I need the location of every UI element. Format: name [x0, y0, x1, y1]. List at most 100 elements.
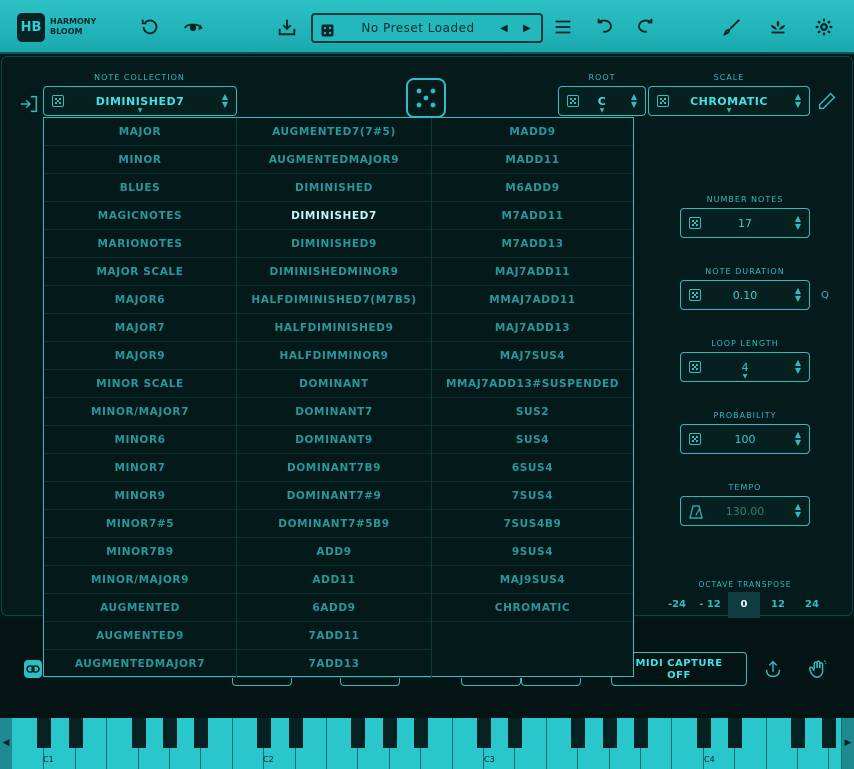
- up-down-arrows-icon[interactable]: ▲ ▼: [631, 93, 637, 109]
- dropdown-item[interactable]: ADD9: [237, 538, 431, 566]
- dropdown-item[interactable]: MINOR SCALE: [44, 370, 236, 398]
- up-down-arrows-icon[interactable]: ▲ ▼: [795, 93, 801, 109]
- dropdown-item[interactable]: 6SUS4: [432, 454, 633, 482]
- dropdown-item[interactable]: MINOR/MAJOR9: [44, 566, 236, 594]
- dropdown-item[interactable]: MARIONOTES: [44, 230, 236, 258]
- number-notes-field[interactable]: 17 ▲ ▼: [680, 208, 810, 238]
- dropdown-item[interactable]: MAJOR6: [44, 286, 236, 314]
- dropdown-item[interactable]: MAJOR SCALE: [44, 258, 236, 286]
- black-key[interactable]: [163, 718, 177, 748]
- dropdown-item[interactable]: 7SUS4B9: [432, 510, 633, 538]
- dropdown-item[interactable]: 6ADD9: [237, 594, 431, 622]
- black-key[interactable]: [571, 718, 586, 748]
- dropdown-item[interactable]: AUGMENTED7(7#5): [237, 118, 431, 146]
- dropdown-item[interactable]: 7ADD11: [237, 622, 431, 650]
- dropdown-item[interactable]: HALFDIMMINOR9: [237, 342, 431, 370]
- dropdown-item[interactable]: MAJOR7: [44, 314, 236, 342]
- note-collection-select[interactable]: DIMINISHED7 ▼ ▲ ▼: [43, 86, 237, 116]
- dropdown-item[interactable]: MINOR: [44, 146, 236, 174]
- keyboard-scroll-right-button[interactable]: ▶: [842, 718, 854, 769]
- up-down-arrows-icon[interactable]: ▲ ▼: [795, 359, 801, 375]
- dropdown-item[interactable]: MINOR6: [44, 426, 236, 454]
- black-key[interactable]: [351, 718, 366, 748]
- dropdown-item[interactable]: DIMINISHED7: [237, 202, 431, 230]
- download-icon[interactable]: [274, 14, 300, 40]
- dropdown-item[interactable]: HALFDIMINISHED7(M7B5): [237, 286, 431, 314]
- redo-icon[interactable]: [632, 14, 658, 40]
- black-key[interactable]: [68, 718, 83, 748]
- up-down-arrows-icon[interactable]: ▲ ▼: [222, 93, 228, 109]
- dropdown-item[interactable]: MMAJ7ADD13#SUSPENDED: [432, 370, 633, 398]
- octave-option-minus-12[interactable]: - 12: [694, 592, 726, 618]
- octave-option-24[interactable]: 24: [796, 592, 828, 618]
- dropdown-item[interactable]: DIMINISHED9: [237, 230, 431, 258]
- flower-logo-icon[interactable]: [765, 14, 791, 40]
- up-down-arrows-icon[interactable]: ▲ ▼: [795, 503, 801, 519]
- black-key[interactable]: [508, 718, 523, 748]
- up-down-arrows-icon[interactable]: ▲ ▼: [795, 215, 801, 231]
- dropdown-item[interactable]: HALFDIMINISHED9: [237, 314, 431, 342]
- dropdown-item[interactable]: DOMINANT7: [237, 398, 431, 426]
- preset-selector[interactable]: No Preset Loaded ◀ ▶: [311, 13, 543, 43]
- black-key[interactable]: [602, 718, 617, 748]
- octave-option-0[interactable]: 0: [728, 592, 760, 618]
- dropdown-item[interactable]: DOMINANT7#9: [237, 482, 431, 510]
- drag-hand-icon[interactable]: [805, 656, 831, 682]
- piano-keyboard[interactable]: [0, 718, 854, 769]
- probability-field[interactable]: 100 ▲ ▼: [680, 424, 810, 454]
- dropdown-item[interactable]: BLUES: [44, 174, 236, 202]
- black-key[interactable]: [37, 718, 52, 748]
- eye-redo-icon[interactable]: [180, 14, 206, 40]
- dropdown-item[interactable]: DOMINANT9: [237, 426, 431, 454]
- edit-pencil-icon[interactable]: [814, 88, 840, 114]
- dropdown-item[interactable]: AUGMENTEDMAJOR9: [237, 146, 431, 174]
- bottom-chip-1[interactable]: [232, 678, 292, 686]
- black-key[interactable]: [696, 718, 711, 748]
- export-upload-icon[interactable]: [760, 656, 786, 682]
- dropdown-item[interactable]: DOMINANT: [237, 370, 431, 398]
- bottom-chip-3[interactable]: [461, 678, 521, 686]
- black-key[interactable]: [634, 718, 648, 748]
- black-key[interactable]: [288, 718, 303, 748]
- dropdown-item[interactable]: AUGMENTEDMAJOR7: [44, 650, 236, 678]
- dropdown-item[interactable]: 9SUS4: [432, 538, 633, 566]
- preset-prev-button[interactable]: ◀: [500, 23, 508, 34]
- black-key[interactable]: [477, 718, 491, 748]
- dropdown-item[interactable]: MAGICNOTES: [44, 202, 236, 230]
- input-arrow-icon[interactable]: [16, 91, 42, 117]
- black-key[interactable]: [728, 718, 743, 748]
- dropdown-item[interactable]: DIMINISHEDMINOR9: [237, 258, 431, 286]
- dropdown-item[interactable]: 7SUS4: [432, 482, 633, 510]
- loop-length-field[interactable]: 4 ▼ ▲ ▼: [680, 352, 810, 382]
- black-key[interactable]: [822, 718, 837, 748]
- dropdown-item[interactable]: AUGMENTED9: [44, 622, 236, 650]
- undo-icon[interactable]: [592, 14, 618, 40]
- dropdown-item[interactable]: MINOR9: [44, 482, 236, 510]
- dropdown-item[interactable]: MAJ7ADD11: [432, 258, 633, 286]
- dropdown-item[interactable]: MINOR/MAJOR7: [44, 398, 236, 426]
- dropdown-item[interactable]: CHROMATIC: [432, 594, 633, 622]
- black-key[interactable]: [131, 718, 146, 748]
- dropdown-item[interactable]: MAJ9SUS4: [432, 566, 633, 594]
- randomize-dice-icon[interactable]: [406, 78, 446, 118]
- black-key[interactable]: [194, 718, 209, 748]
- dropdown-item[interactable]: ADD11: [237, 566, 431, 594]
- preset-next-button[interactable]: ▶: [523, 23, 531, 34]
- dropdown-item[interactable]: SUS2: [432, 398, 633, 426]
- reset-icon[interactable]: [137, 14, 163, 40]
- up-down-arrows-icon[interactable]: ▲ ▼: [795, 287, 801, 303]
- dropdown-item[interactable]: SUS4: [432, 426, 633, 454]
- dropdown-item[interactable]: MINOR7: [44, 454, 236, 482]
- keyboard-scroll-left-button[interactable]: ◀: [0, 718, 12, 769]
- black-key[interactable]: [791, 718, 805, 748]
- dropdown-item[interactable]: DIMINISHED: [237, 174, 431, 202]
- black-key[interactable]: [382, 718, 397, 748]
- dropdown-item[interactable]: DOMINANT7B9: [237, 454, 431, 482]
- dropdown-item[interactable]: 7ADD13: [237, 650, 431, 678]
- link-icon[interactable]: [24, 660, 42, 678]
- dropdown-item[interactable]: MADD9: [432, 118, 633, 146]
- bottom-chip-2[interactable]: [340, 678, 400, 686]
- tempo-field[interactable]: 130.00 ▲ ▼: [680, 496, 810, 526]
- black-key[interactable]: [414, 718, 429, 748]
- up-down-arrows-icon[interactable]: ▲ ▼: [795, 431, 801, 447]
